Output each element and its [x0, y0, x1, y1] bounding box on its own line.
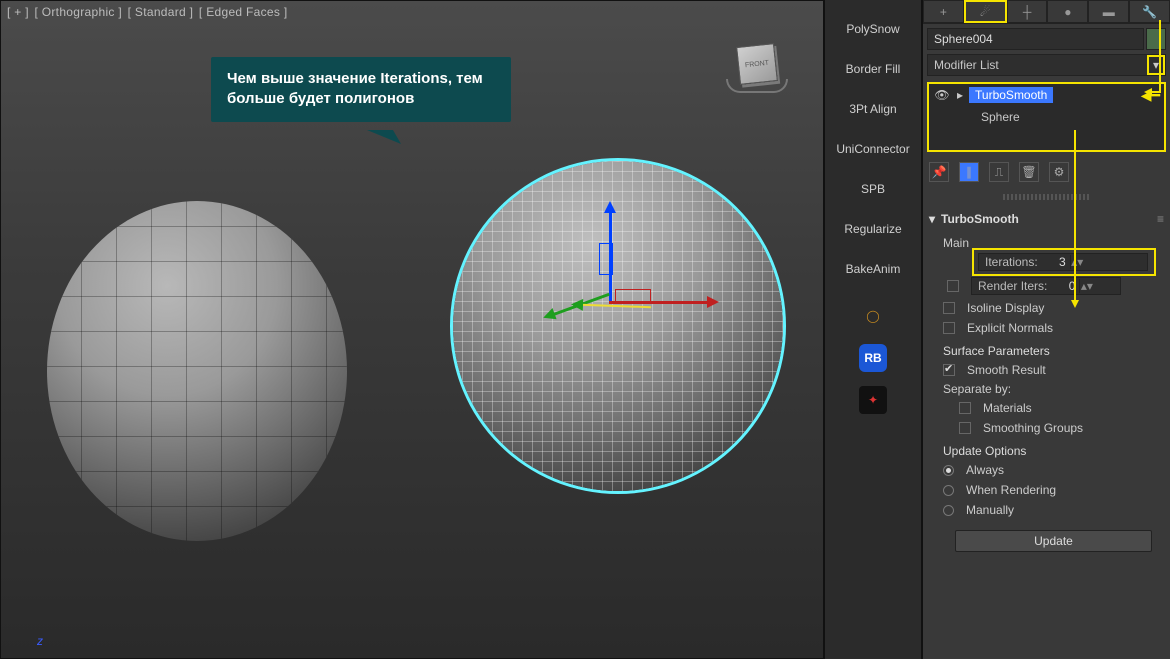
smooth-result-checkbox[interactable]: [943, 364, 955, 376]
hierarchy-icon: ┼: [1023, 5, 1032, 19]
viewcube-ring[interactable]: [726, 79, 788, 93]
iterations-value[interactable]: 3: [1044, 255, 1070, 269]
script-3ptalign[interactable]: 3Pt Align: [849, 102, 896, 116]
expand-icon[interactable]: ▸: [957, 88, 963, 102]
chevron-down-icon: ▾: [1153, 58, 1159, 72]
tab-create[interactable]: +: [923, 0, 964, 23]
rollout-menu-icon[interactable]: ≡: [1157, 212, 1164, 226]
sphere-lowpoly[interactable]: [47, 201, 347, 541]
script-spb[interactable]: SPB: [861, 182, 885, 196]
modifier-list-dropdown[interactable]: Modifier List ▾: [927, 54, 1166, 76]
stack-item-label: Sphere: [981, 110, 1020, 124]
tool-misc-icon[interactable]: ✦: [859, 386, 887, 414]
smoothing-groups-label: Smoothing Groups: [983, 421, 1083, 435]
stack-item-turbosmooth[interactable]: 👁 ▸ TurboSmooth ◀━: [929, 84, 1164, 106]
render-iters-spinner[interactable]: Render Iters: 0 ▴▾: [971, 277, 1121, 295]
script-regularize[interactable]: Regularize: [844, 222, 901, 236]
update-options-label: Update Options: [943, 438, 1164, 460]
tab-display[interactable]: ▬: [1088, 0, 1129, 23]
command-panel-tabs: + ☄ ┼ ● ▬ 🔧: [923, 0, 1170, 24]
render-iters-checkbox[interactable]: [947, 280, 959, 292]
display-icon: ▬: [1103, 5, 1115, 19]
rollout-turbosmooth: ▾ TurboSmooth ≡ Main Iterations: 3 ▴▾ Re: [923, 202, 1170, 560]
utilities-icon: 🔧: [1142, 5, 1157, 19]
command-panel: + ☄ ┼ ● ▬ 🔧 Modifier List ▾ 👁 ▸ TurboSmo…: [922, 0, 1170, 659]
update-render-label: When Rendering: [966, 483, 1056, 497]
isoline-checkbox[interactable]: [943, 302, 955, 314]
rollout-twisty-icon[interactable]: ▾: [929, 212, 935, 226]
update-always-label: Always: [966, 463, 1004, 477]
plus-icon: +: [940, 5, 947, 19]
iterations-spinner[interactable]: Iterations: 3 ▴▾: [978, 253, 1148, 271]
tab-motion[interactable]: ●: [1047, 0, 1088, 23]
scripts-toolbar: PolySnow Border Fill 3Pt Align UniConnec…: [824, 0, 922, 659]
explicit-normals-label: Explicit Normals: [967, 321, 1053, 335]
tool-ring-icon[interactable]: ◯: [859, 302, 887, 330]
spinner-buttons-icon[interactable]: ▴▾: [1079, 279, 1093, 293]
viewport[interactable]: [ + ] [ Orthographic ] [ Standard ] [ Ed…: [0, 0, 824, 659]
surface-params-label: Surface Parameters: [943, 338, 1164, 360]
stack-item-label: TurboSmooth: [969, 87, 1053, 103]
update-always-radio[interactable]: [943, 465, 954, 476]
spinner-buttons-icon[interactable]: ▴▾: [1070, 255, 1084, 269]
object-color-swatch[interactable]: [1146, 28, 1166, 50]
viewcube[interactable]: FRONT: [721, 31, 793, 97]
update-manual-label: Manually: [966, 503, 1014, 517]
panel-drag-handle[interactable]: [1003, 194, 1090, 200]
rollout-title: TurboSmooth: [941, 212, 1019, 226]
vp-label-edged[interactable]: [ Edged Faces ]: [199, 5, 288, 19]
explicit-normals-checkbox[interactable]: [943, 322, 955, 334]
script-borderfill[interactable]: Border Fill: [846, 62, 901, 76]
tool-rb-icon[interactable]: RB: [859, 344, 887, 372]
stack-item-sphere[interactable]: Sphere: [929, 106, 1164, 128]
update-manual-radio[interactable]: [943, 505, 954, 516]
world-axis-label: z: [37, 634, 43, 648]
isoline-label: Isoline Display: [967, 301, 1044, 315]
script-polysnow[interactable]: PolySnow: [846, 22, 899, 36]
iterations-label: Iterations:: [979, 255, 1044, 269]
viewport-labels[interactable]: [ + ] [ Orthographic ] [ Standard ] [ Ed…: [7, 5, 289, 19]
remove-modifier-button[interactable]: 🗑: [1019, 162, 1039, 182]
modify-icon: ☄: [980, 5, 991, 19]
script-bakeanim[interactable]: BakeAnim: [846, 262, 901, 276]
materials-checkbox[interactable]: [959, 402, 971, 414]
stack-empty-row: [929, 128, 1164, 150]
materials-label: Materials: [983, 401, 1032, 415]
object-name-input[interactable]: [927, 28, 1144, 50]
tab-hierarchy[interactable]: ┼: [1007, 0, 1048, 23]
visibility-toggle-icon[interactable]: 👁: [933, 88, 951, 102]
tab-modify[interactable]: ☄: [964, 0, 1007, 23]
motion-icon: ●: [1064, 5, 1071, 19]
vp-label-shading[interactable]: [ Standard ]: [128, 5, 194, 19]
script-uniconnector[interactable]: UniConnector: [836, 142, 909, 156]
vp-label-menu[interactable]: [ + ]: [7, 5, 29, 19]
tab-utilities[interactable]: 🔧: [1129, 0, 1170, 23]
smoothing-groups-checkbox[interactable]: [959, 422, 971, 434]
pin-stack-button[interactable]: 📌: [929, 162, 949, 182]
vp-label-projection[interactable]: [ Orthographic ]: [34, 5, 122, 19]
stack-toolbar: 📌 ∥ ⎍ 🗑 ⚙: [923, 152, 1170, 192]
tooltip-callout: Чем выше значение Iterations, тем больше…: [211, 57, 511, 122]
update-button[interactable]: Update: [955, 530, 1152, 552]
update-render-radio[interactable]: [943, 485, 954, 496]
modifier-list-arrow[interactable]: ▾: [1147, 55, 1165, 75]
show-end-result-button[interactable]: ∥: [959, 162, 979, 182]
configure-sets-button[interactable]: ⚙: [1049, 162, 1069, 182]
separate-by-label: Separate by:: [943, 380, 1164, 398]
sphere-turbosmooth[interactable]: [453, 161, 783, 491]
render-iters-label: Render Iters:: [972, 279, 1053, 293]
make-unique-button[interactable]: ⎍: [989, 162, 1009, 182]
modifier-stack[interactable]: 👁 ▸ TurboSmooth ◀━ Sphere: [927, 82, 1166, 152]
group-main-label: Main: [943, 236, 1164, 250]
annotation-arrow-icon: ◀━: [1141, 87, 1160, 104]
modifier-list-label: Modifier List: [934, 58, 999, 72]
rollout-header[interactable]: ▾ TurboSmooth ≡: [929, 206, 1164, 232]
render-iters-value[interactable]: 0: [1053, 279, 1079, 293]
iterations-row: Iterations: 3 ▴▾: [974, 250, 1154, 274]
smooth-result-label: Smooth Result: [967, 363, 1046, 377]
